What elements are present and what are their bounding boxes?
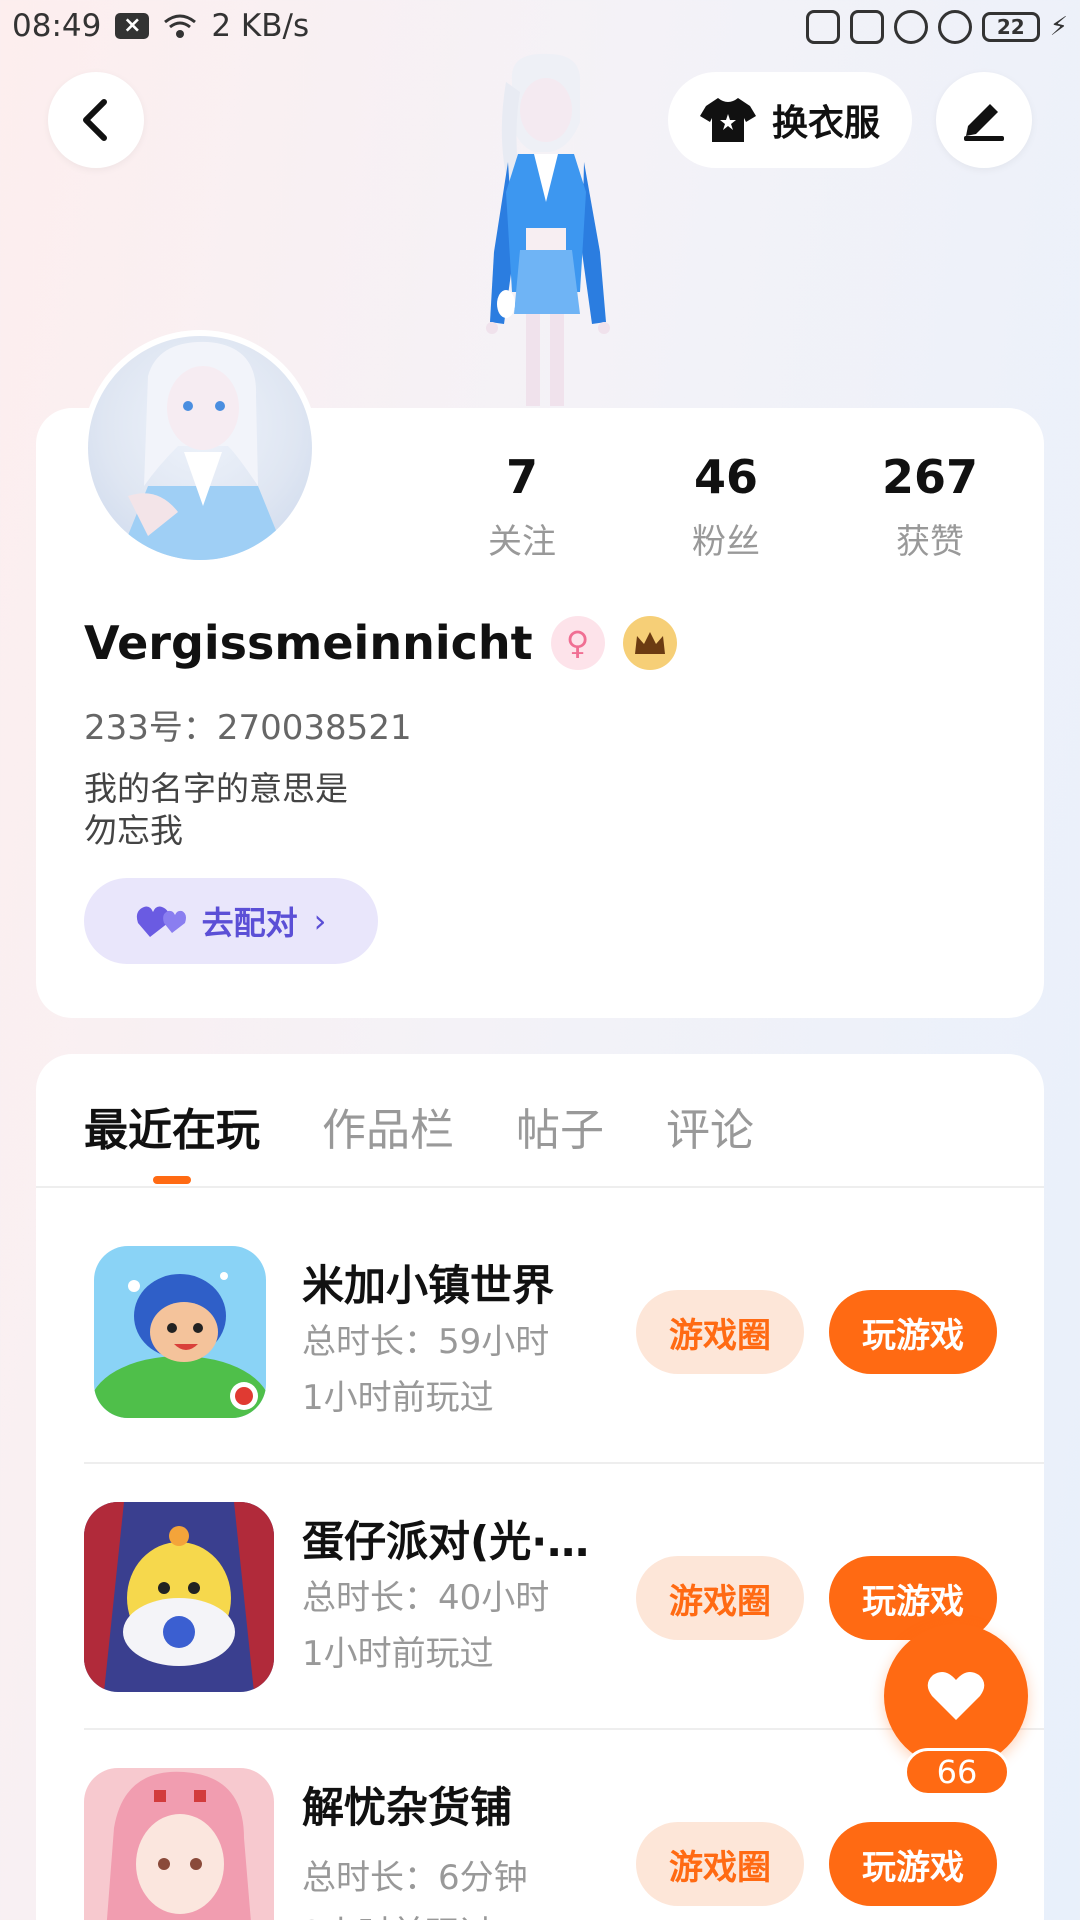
tab-comments[interactable]: 评论 (666, 1094, 754, 1158)
female-gender-icon: ♀ (550, 616, 605, 670)
charging-icon: ⚡ (1049, 12, 1068, 42)
game-last-played: 1小时前玩过 (302, 1378, 494, 1418)
chevron-right-icon: › (313, 902, 327, 940)
tabs-divider (36, 1186, 1044, 1188)
change-outfit-label: 换衣服 (771, 103, 880, 144)
following-count: 7 (505, 450, 538, 504)
game-title: 蛋仔派对(光·遇… (302, 1517, 622, 1566)
game-title: 米加小镇世界 (302, 1261, 555, 1310)
row-divider (84, 1462, 1044, 1464)
play-game-button[interactable]: 玩游戏 (829, 1822, 997, 1906)
back-chevron-icon (83, 99, 107, 141)
bio: 我的名字的意思是 勿忘我 (84, 769, 348, 850)
status-time: 08:49 (12, 8, 102, 44)
lock-rotation-icon (893, 10, 928, 44)
game-circle-button[interactable]: 游戏圈 (636, 1290, 804, 1374)
game-duration: 总时长：40小时 (302, 1578, 550, 1618)
crown-badge-icon[interactable] (622, 616, 677, 670)
stat-likes[interactable]: 267 获赞 (850, 450, 1010, 563)
game-last-played: 2小时前玩过 (302, 1906, 494, 1920)
network-speed: 2 KB/s (211, 8, 310, 44)
play-game-button[interactable]: 玩游戏 (829, 1290, 997, 1374)
game-last-played: 1小时前玩过 (302, 1634, 494, 1674)
game-duration: 总时长：6分钟 (302, 1858, 528, 1898)
like-button[interactable] (884, 1624, 1028, 1768)
game-circle-button[interactable]: 游戏圈 (636, 1556, 804, 1640)
hearts-icon (136, 906, 186, 937)
followers-label: 粉丝 (692, 522, 760, 562)
stat-followers[interactable]: 46 粉丝 (646, 450, 806, 563)
game-title: 解忧杂货铺 (302, 1783, 513, 1832)
tab-active-indicator (153, 1176, 191, 1184)
like-count: 66 (904, 1748, 1010, 1796)
game-icon-jieyou-store[interactable] (84, 1768, 274, 1920)
tab-posts[interactable]: 帖子 (516, 1094, 604, 1158)
followers-count: 46 (693, 450, 758, 504)
likes-count: 267 (881, 450, 979, 504)
edit-profile-button[interactable] (936, 72, 1032, 168)
stat-following[interactable]: 7 关注 (442, 450, 602, 563)
game-list-item[interactable]: 米加小镇世界 总时长：59小时 1小时前玩过 游戏圈 玩游戏 (84, 1246, 1044, 1446)
game-duration: 总时长：59小时 (302, 1322, 550, 1362)
back-button[interactable] (48, 72, 144, 168)
change-outfit-button[interactable]: 换衣服 (668, 72, 912, 168)
match-label: 去配对 (201, 904, 298, 942)
tab-bar: 最近在玩 作品栏 帖子 评论 (84, 1094, 754, 1158)
heart-icon (927, 1671, 985, 1720)
shirt-icon (699, 98, 756, 142)
game-mode-icon (805, 10, 840, 44)
notification-close-icon: × (115, 13, 150, 39)
battery-icon: 22 (981, 12, 1040, 42)
username: Vergissmeinnicht (84, 616, 533, 670)
alarm-icon (937, 10, 972, 44)
game-list-item[interactable]: 解忧杂货铺 总时长：6分钟 2小时前玩过 游戏圈 玩游戏 (84, 1768, 1044, 1920)
vibrate-icon (849, 10, 884, 44)
match-button[interactable]: 去配对 › (84, 878, 378, 964)
pen-icon (964, 104, 1004, 141)
tab-works[interactable]: 作品栏 (322, 1094, 454, 1158)
game-icon-eggy-party[interactable] (84, 1502, 274, 1692)
status-bar: 08:49 × 2 KB/s 22 ⚡ (0, 0, 1080, 56)
avatar[interactable] (82, 330, 318, 566)
game-circle-button[interactable]: 游戏圈 (636, 1822, 804, 1906)
avatar-portrait (118, 341, 288, 560)
likes-label: 获赞 (896, 522, 964, 562)
user-id: 233号：270038521 (84, 708, 412, 748)
character-avatar-figure[interactable] (430, 52, 660, 408)
game-icon-miga[interactable] (94, 1246, 266, 1418)
tab-recently-played[interactable]: 最近在玩 (84, 1094, 260, 1158)
username-row: Vergissmeinnicht ♀ (84, 616, 677, 670)
following-label: 关注 (488, 522, 556, 562)
wifi-icon (164, 14, 197, 38)
